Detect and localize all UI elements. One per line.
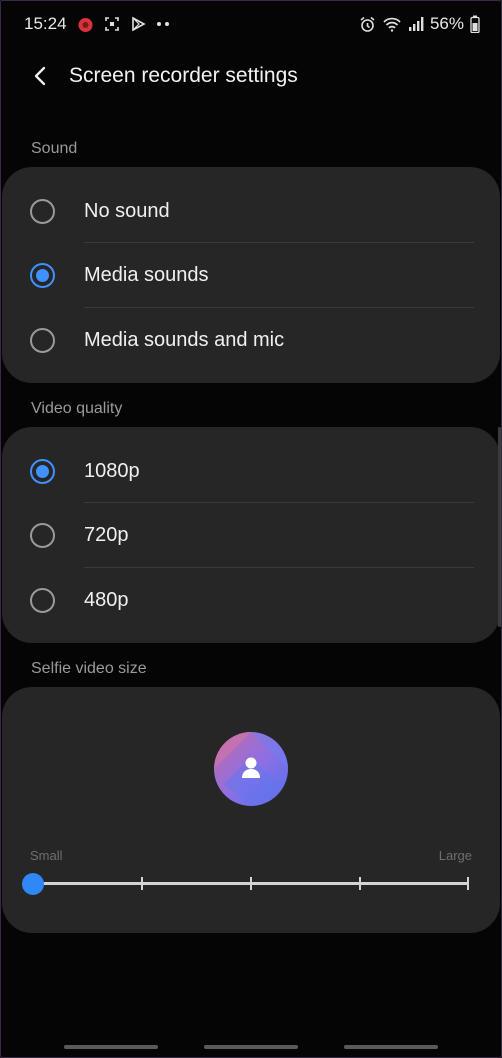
option-label: Media sounds and mic	[84, 328, 285, 351]
alarm-icon	[359, 16, 376, 33]
play-store-icon	[130, 16, 146, 32]
battery-icon	[470, 15, 480, 33]
sound-section-label: Sound	[31, 140, 78, 157]
slider-tick	[141, 877, 143, 890]
more-notifications-icon	[156, 21, 170, 27]
video-quality-option-720p[interactable]: 720p	[2, 503, 500, 567]
selfie-size-slider-thumb[interactable]	[22, 873, 44, 895]
nav-pill-home[interactable]	[204, 1045, 298, 1049]
slider-tick	[359, 877, 361, 890]
status-time: 15:24	[24, 14, 67, 33]
option-label: Media sounds	[84, 263, 209, 286]
slider-tick	[467, 877, 469, 890]
screenshot-icon	[104, 16, 120, 32]
selfie-size-section-label: Selfie video size	[31, 660, 147, 677]
option-label: No sound	[84, 199, 170, 222]
radio-button[interactable]	[30, 587, 55, 613]
chevron-left-icon	[34, 66, 46, 86]
selfie-size-card: Small Large	[2, 687, 500, 933]
back-button[interactable]	[20, 56, 60, 96]
app-notification-icon	[77, 16, 94, 33]
nav-pill-back[interactable]	[344, 1045, 438, 1049]
person-icon	[214, 732, 288, 806]
radio-button[interactable]	[30, 198, 55, 224]
video-quality-section-label: Video quality	[31, 400, 123, 417]
slider-tick	[250, 877, 252, 890]
sound-option-media-sounds[interactable]: Media sounds	[2, 243, 500, 307]
selfie-preview-avatar	[214, 732, 288, 806]
signal-icon	[408, 16, 424, 32]
nav-pill-recents[interactable]	[64, 1045, 158, 1049]
video-quality-option-480p[interactable]: 480p	[2, 568, 500, 632]
page-title: Screen recorder settings	[69, 64, 298, 87]
slider-min-label: Small	[30, 848, 63, 863]
radio-button[interactable]	[30, 522, 55, 548]
radio-button-selected[interactable]	[30, 458, 55, 484]
video-quality-option-1080p[interactable]: 1080p	[2, 439, 500, 503]
radio-button-selected[interactable]	[30, 262, 55, 288]
sound-card: No sound Media sounds Media sounds and m…	[2, 167, 500, 383]
sound-option-no-sound[interactable]: No sound	[2, 179, 500, 243]
scrollbar[interactable]	[498, 427, 501, 627]
status-bar: 15:24 56%	[0, 0, 502, 48]
option-label: 1080p	[84, 459, 140, 482]
status-right: 56%	[359, 14, 480, 34]
option-label: 480p	[84, 588, 129, 611]
slider-max-label: Large	[438, 848, 472, 863]
battery-percent: 56%	[429, 14, 464, 33]
video-quality-card: 1080p 720p 480p	[2, 427, 500, 643]
status-left: 15:24	[24, 14, 170, 34]
radio-button[interactable]	[30, 327, 55, 353]
wifi-icon	[382, 16, 402, 32]
option-label: 720p	[84, 523, 129, 546]
selfie-size-slider-track[interactable]	[33, 877, 469, 890]
app-header: Screen recorder settings	[0, 50, 502, 102]
sound-option-media-sounds-and-mic[interactable]: Media sounds and mic	[2, 308, 500, 372]
